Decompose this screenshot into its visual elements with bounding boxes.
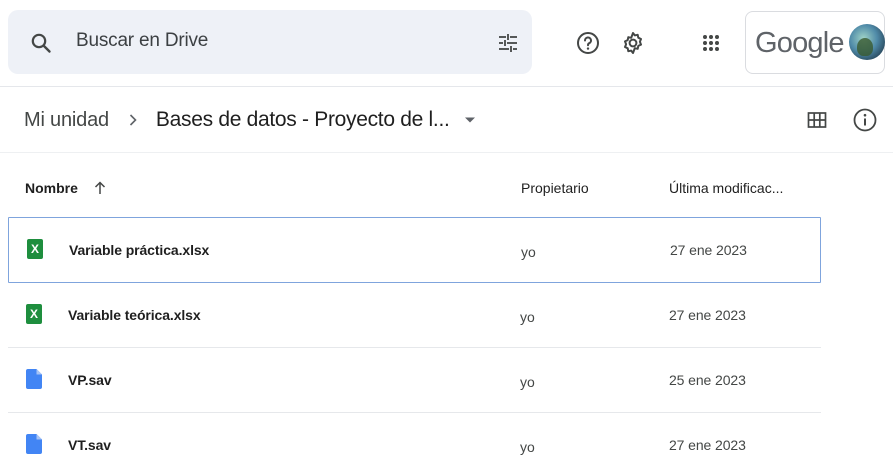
spreadsheet-icon: X [26,304,42,324]
column-header-modified[interactable]: Última modificac... [669,180,783,196]
spreadsheet-icon: X [27,239,43,259]
search-options-icon[interactable] [496,31,520,55]
file-owner: yo [520,374,535,390]
avatar[interactable] [849,24,885,60]
top-bar: Buscar en Drive Google [0,0,893,86]
search-bar[interactable]: Buscar en Drive [8,10,532,74]
google-logo: Google [755,27,845,59]
info-icon[interactable] [852,107,878,133]
file-icon [26,369,42,389]
breadcrumb: Mi unidad Bases de datos - Proyecto de l… [24,105,476,135]
breadcrumb-root[interactable]: Mi unidad [24,109,109,132]
file-modified: 27 ene 2023 [669,437,746,453]
apps-grid-icon[interactable] [698,30,724,56]
file-name: Variable práctica.xlsx [69,242,210,258]
grid-view-icon[interactable] [806,109,828,131]
table-row[interactable]: VP.sav yo 25 ene 2023 [8,348,821,413]
file-name: Variable teórica.xlsx [68,307,201,323]
file-modified: 27 ene 2023 [670,242,747,258]
account-switcher[interactable]: Google [745,11,885,74]
header-divider [0,86,893,87]
file-owner: yo [520,439,535,455]
search-input[interactable]: Buscar en Drive [76,30,208,52]
column-header-name[interactable]: Nombre [25,180,108,196]
column-header-owner[interactable]: Propietario [521,180,589,196]
file-list: X Variable práctica.xlsx yo 27 ene 2023 … [8,217,821,470]
table-row[interactable]: VT.sav yo 27 ene 2023 [8,413,821,470]
chevron-right-icon [129,114,137,126]
file-name: VT.sav [68,437,111,453]
table-row[interactable]: X Variable teórica.xlsx yo 27 ene 2023 [8,283,821,348]
breadcrumb-current[interactable]: Bases de datos - Proyecto de l... [156,108,450,132]
help-icon[interactable] [575,30,601,56]
column-header-name-label: Nombre [25,180,78,196]
file-owner: yo [520,309,535,325]
file-icon [26,434,42,454]
file-modified: 27 ene 2023 [669,307,746,323]
caret-down-icon[interactable] [464,116,476,124]
file-modified: 25 ene 2023 [669,372,746,388]
settings-gear-icon[interactable] [620,30,646,56]
table-row[interactable]: X Variable práctica.xlsx yo 27 ene 2023 [8,217,821,283]
file-owner: yo [521,244,536,260]
search-icon[interactable] [29,31,53,55]
sort-arrow-up-icon[interactable] [92,180,108,196]
toolbar-divider [0,152,893,153]
file-name: VP.sav [68,372,112,388]
